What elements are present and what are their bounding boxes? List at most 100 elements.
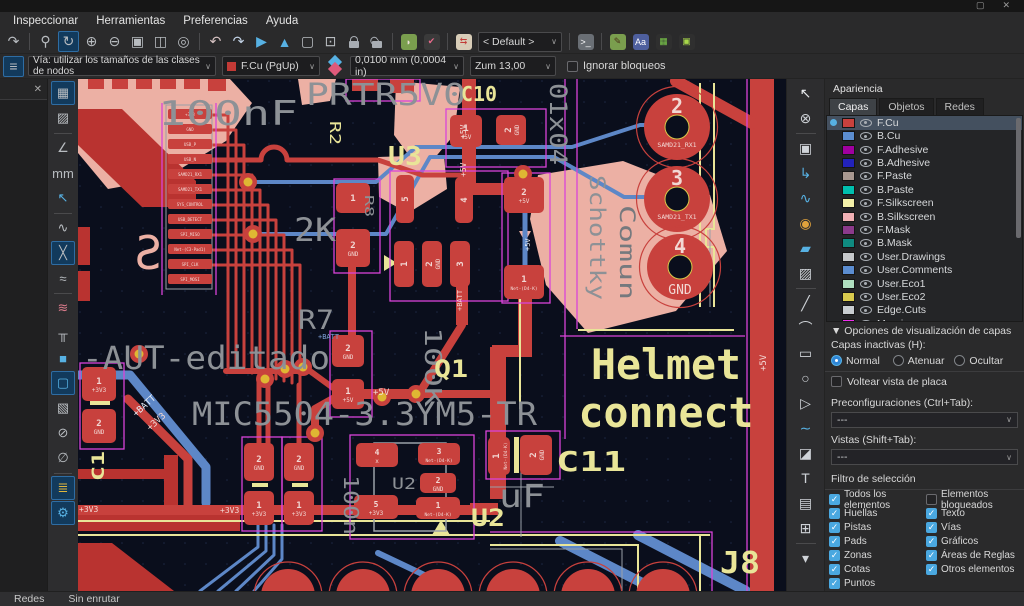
ignore-locks-checkbox[interactable] — [567, 61, 578, 72]
layer-row-f.paste[interactable]: F.Paste — [827, 170, 1022, 183]
layer-row-edge.cuts[interactable]: Edge.Cuts — [827, 304, 1022, 317]
layer-row-f.silkscreen[interactable]: F.Silkscreen — [827, 196, 1022, 209]
draw-circle-icon[interactable]: ○ — [793, 366, 819, 390]
menu-herramientas[interactable]: Herramientas — [87, 15, 174, 27]
layer-row-f.cu[interactable]: F.Cu — [827, 116, 1022, 129]
layer-color-swatch[interactable] — [842, 238, 855, 248]
layer-row-b.cu[interactable]: B.Cu — [827, 130, 1022, 143]
layer-visibility-eye-icon[interactable] — [860, 306, 872, 314]
layer-color-swatch[interactable] — [842, 145, 855, 155]
lock-icon[interactable] — [343, 31, 364, 52]
grid-preset-dropdown[interactable]: < Default >∨ — [478, 32, 562, 52]
draw-arc-icon[interactable]: ⌒ — [793, 316, 819, 340]
plugin-array-icon[interactable]: ▦ — [653, 31, 674, 52]
layer-visibility-eye-icon[interactable] — [860, 159, 872, 167]
filter-áreas-de-reglas[interactable]: ✓Áreas de Reglas — [926, 549, 1023, 562]
layer-row-b.mask[interactable]: B.Mask — [827, 237, 1022, 250]
layer-row-user.eco1[interactable]: User.Eco1 — [827, 277, 1022, 290]
scripting-console-icon[interactable]: >_ — [575, 31, 596, 52]
place-via-icon[interactable]: ◉ — [793, 211, 819, 235]
select-tool-icon[interactable]: ↖ — [793, 81, 819, 105]
via-size-dropdown[interactable]: Vía: utilizar los tamaños de las clases … — [28, 56, 216, 76]
net-names-icon[interactable]: ╥ — [51, 321, 75, 345]
restore-window-button[interactable]: ▢ — [976, 1, 985, 10]
rotate-ccw-icon[interactable]: ↶ — [205, 31, 226, 52]
filter-otros-elementos[interactable]: ✓Otros elementos — [926, 563, 1023, 576]
filter-puntos[interactable]: ✓Puntos — [829, 577, 926, 590]
nets-panel-body[interactable] — [0, 99, 47, 591]
draw-zone-icon[interactable]: ▰ — [793, 236, 819, 260]
rotate-cw-icon[interactable]: ↷ — [228, 31, 249, 52]
layer-visibility-eye-icon[interactable] — [860, 239, 872, 247]
menu-preferencias[interactable]: Preferencias — [174, 15, 257, 27]
active-layer-dropdown[interactable]: F.Cu (PgUp)∨ — [222, 56, 320, 76]
layer-visibility-eye-icon[interactable] — [860, 172, 872, 180]
properties-icon[interactable]: ⚙ — [51, 501, 75, 525]
layer-visibility-eye-icon[interactable] — [860, 199, 872, 207]
layer-visibility-eye-icon[interactable] — [860, 146, 872, 154]
layer-row-margin[interactable]: Margin — [827, 317, 1022, 322]
layer-visibility-eye-icon[interactable] — [860, 119, 872, 127]
layer-color-swatch[interactable] — [842, 118, 855, 128]
radio-ocultar[interactable]: Ocultar — [954, 355, 1016, 367]
tab-objetos[interactable]: Objetos — [879, 98, 933, 115]
layer-row-b.silkscreen[interactable]: B.Silkscreen — [827, 210, 1022, 223]
search-icon[interactable]: ⚲ — [35, 31, 56, 52]
cursor-shape-icon[interactable]: ↖ — [51, 186, 75, 210]
flip-vertical-icon[interactable]: ▲ — [274, 31, 295, 52]
place-footprint-icon[interactable]: ▣ — [793, 136, 819, 160]
more-tools-icon[interactable]: ▾ — [793, 546, 819, 570]
layers-manager-icon[interactable]: ≣ — [51, 476, 75, 500]
grid-size-dropdown[interactable]: 0,0100 mm (0,0004 in)∨ — [350, 56, 464, 76]
zone-fill-icon[interactable]: ■ — [51, 346, 75, 370]
layer-color-swatch[interactable] — [842, 185, 855, 195]
grid-override-icon[interactable]: ▨ — [51, 106, 75, 130]
pcb-canvas[interactable]: +3V3GNDUSB_PUSB_NSAMD21_RX1SAMD21_TX1SYS… — [78, 79, 786, 591]
layer-options-header[interactable]: ▼ Opciones de visualización de capas — [825, 322, 1024, 339]
close-window-button[interactable]: ✕ — [1002, 1, 1010, 10]
layer-row-user.drawings[interactable]: User.Drawings — [827, 250, 1022, 263]
layer-list-scrollbar[interactable] — [1016, 118, 1021, 238]
plugin-refill-icon[interactable]: ✎ — [607, 31, 628, 52]
add-table-icon[interactable]: ⊞ — [793, 516, 819, 540]
zoom-fit-objects-icon[interactable]: ◫ — [150, 31, 171, 52]
layer-row-b.adhesive[interactable]: B.Adhesive — [827, 156, 1022, 169]
filter-elementos-bloqueados[interactable]: Elementos bloqueados — [926, 493, 1023, 506]
layer-color-swatch[interactable] — [842, 225, 855, 235]
tab-redes[interactable]: Redes — [936, 98, 984, 115]
layer-color-swatch[interactable] — [842, 252, 855, 262]
ratsnest-hide-icon[interactable]: ∿ — [51, 216, 75, 240]
layer-visibility-eye-icon[interactable] — [860, 253, 872, 261]
add-textbox-icon[interactable]: ▤ — [793, 491, 819, 515]
layer-row-f.mask[interactable]: F.Mask — [827, 223, 1022, 236]
filter-pads[interactable]: ✓Pads — [829, 535, 926, 548]
layer-color-swatch[interactable] — [842, 279, 855, 289]
layer-color-swatch[interactable] — [842, 171, 855, 181]
filter-huellas[interactable]: ✓Huellas — [829, 507, 926, 520]
zoom-fit-page-icon[interactable]: ▣ — [127, 31, 148, 52]
add-image-icon[interactable]: ◪ — [793, 441, 819, 465]
polar-coords-icon[interactable]: ∠ — [51, 136, 75, 160]
ungroup-icon[interactable]: ⊡ — [320, 31, 341, 52]
filter-pistas[interactable]: ✓Pistas — [829, 521, 926, 534]
draw-bezier-icon[interactable]: ∼ — [793, 416, 819, 440]
grid-show-icon[interactable]: ▦ — [51, 81, 75, 105]
zoom-in-icon[interactable]: ⊕ — [81, 31, 102, 52]
views-dropdown[interactable]: ---∨ — [831, 449, 1018, 465]
update-footprints-icon[interactable]: ⇆ — [453, 31, 474, 52]
layer-visibility-eye-icon[interactable] — [860, 280, 872, 288]
layer-color-swatch[interactable] — [842, 158, 855, 168]
layer-row-user.comments[interactable]: User.Comments — [827, 263, 1022, 276]
units-mm-icon[interactable]: mm — [51, 161, 75, 185]
redo-icon[interactable]: ↷ — [3, 31, 24, 52]
filter-texto[interactable]: ✓Texto — [926, 507, 1023, 520]
draw-line-icon[interactable]: ╱ — [793, 291, 819, 315]
merge-polygons-icon[interactable]: ◗ — [398, 31, 419, 52]
zoom-selection-icon[interactable]: ◎ — [173, 31, 194, 52]
layer-color-swatch[interactable] — [842, 198, 855, 208]
layer-row-user.eco2[interactable]: User.Eco2 — [827, 290, 1022, 303]
layer-row-b.paste[interactable]: B.Paste — [827, 183, 1022, 196]
filter-zonas[interactable]: ✓Zonas — [829, 549, 926, 562]
layer-color-swatch[interactable] — [842, 265, 855, 275]
layer-color-swatch[interactable] — [842, 212, 855, 222]
